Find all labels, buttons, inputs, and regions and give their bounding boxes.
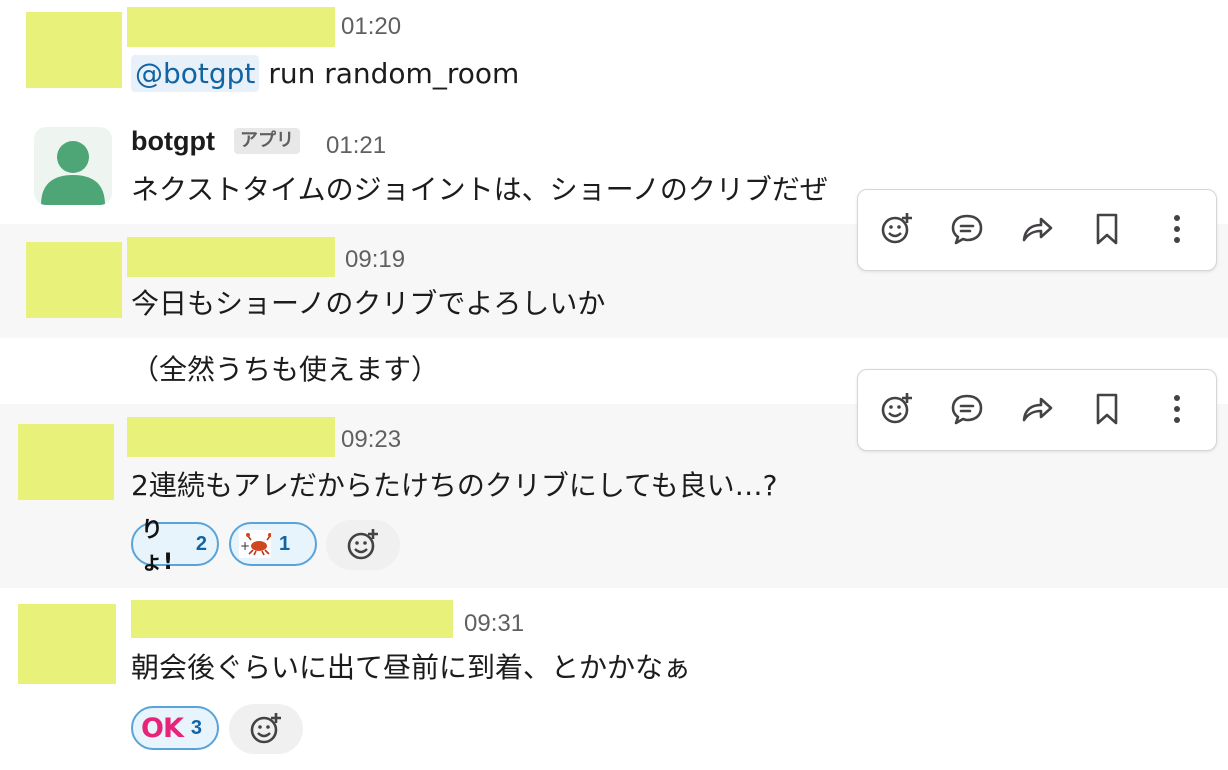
ok-emoji-icon: OK <box>141 712 184 744</box>
reply-in-thread-icon <box>951 214 983 245</box>
message-timestamp[interactable]: 01:20 <box>341 13 401 41</box>
add-reaction-icon <box>881 213 912 244</box>
redacted-username <box>127 7 335 47</box>
redacted-username <box>127 237 335 277</box>
more-actions-icon <box>1174 395 1180 423</box>
add-reaction-icon <box>881 393 912 424</box>
message-text: @botgpt run random_room <box>131 55 519 92</box>
message-timestamp[interactable]: 09:23 <box>341 426 401 454</box>
message-timestamp[interactable]: 01:21 <box>326 132 386 160</box>
reaction-count: 2 <box>195 532 207 555</box>
avatar[interactable] <box>34 127 112 205</box>
reaction-ryo[interactable]: りょ! 2 <box>131 518 219 575</box>
reaction-ok[interactable]: OK 3 <box>131 706 219 750</box>
add-reaction-icon <box>250 713 281 744</box>
crab-icon: + <box>239 530 271 558</box>
message-row[interactable]: 01:20 @botgpt run random_room <box>0 0 1228 110</box>
share-message-icon <box>1022 397 1053 422</box>
add-reaction-button[interactable] <box>874 386 920 432</box>
message-row[interactable]: 09:31 朝会後ぐらいに出て昼前に到着、とかかなぁ OK 3 <box>0 588 1228 770</box>
message-timestamp[interactable]: 09:31 <box>464 610 524 638</box>
message-actions-toolbar <box>857 189 1217 271</box>
redacted-username <box>127 417 335 457</box>
share-message-button[interactable] <box>1014 386 1060 432</box>
message-timestamp[interactable]: 09:19 <box>345 246 405 274</box>
reaction-count: 1 <box>279 532 291 555</box>
save-bookmark-icon <box>1096 393 1118 425</box>
redacted-avatar <box>18 424 114 500</box>
message-text: ネクストタイムのジョイントは、ショーノのクリブだぜ <box>131 173 828 206</box>
reaction-count: 3 <box>190 716 202 739</box>
message-text: 朝会後ぐらいに出て昼前に到着、とかかなぁ <box>131 651 692 684</box>
reaction-crab[interactable]: + 1 <box>229 522 317 566</box>
more-actions-button[interactable] <box>1154 206 1200 252</box>
share-message-button[interactable] <box>1014 206 1060 252</box>
share-message-icon <box>1022 217 1053 242</box>
add-reaction-icon <box>347 529 378 560</box>
add-reaction-button[interactable] <box>229 704 303 754</box>
message-text: 今日もショーノのクリブでよろしいか <box>131 287 606 320</box>
reply-in-thread-icon <box>951 394 983 425</box>
redacted-avatar <box>26 242 122 318</box>
app-badge: アプリ <box>234 128 300 154</box>
message-text: 2連続もアレだからたけちのクリブにしても良い…? <box>131 469 778 502</box>
reply-in-thread-button[interactable] <box>944 206 990 252</box>
ryo-emoji-icon: りょ! <box>141 518 174 575</box>
sender-name[interactable]: botgpt <box>131 126 215 157</box>
more-actions-button[interactable] <box>1154 386 1200 432</box>
redacted-avatar <box>18 604 116 684</box>
save-bookmark-button[interactable] <box>1084 386 1130 432</box>
user-mention[interactable]: @botgpt <box>131 55 260 92</box>
reply-in-thread-button[interactable] <box>944 386 990 432</box>
save-bookmark-button[interactable] <box>1084 206 1130 252</box>
svg-text:+: + <box>240 539 250 553</box>
add-reaction-button[interactable] <box>874 206 920 252</box>
save-bookmark-icon <box>1096 213 1118 245</box>
redacted-username <box>131 600 453 638</box>
message-actions-toolbar <box>857 369 1217 451</box>
message-text: （全然うちも使えます） <box>131 353 440 386</box>
more-actions-icon <box>1174 215 1180 243</box>
add-reaction-button[interactable] <box>326 520 400 570</box>
redacted-avatar <box>26 12 122 88</box>
user-silhouette-icon <box>41 141 105 205</box>
